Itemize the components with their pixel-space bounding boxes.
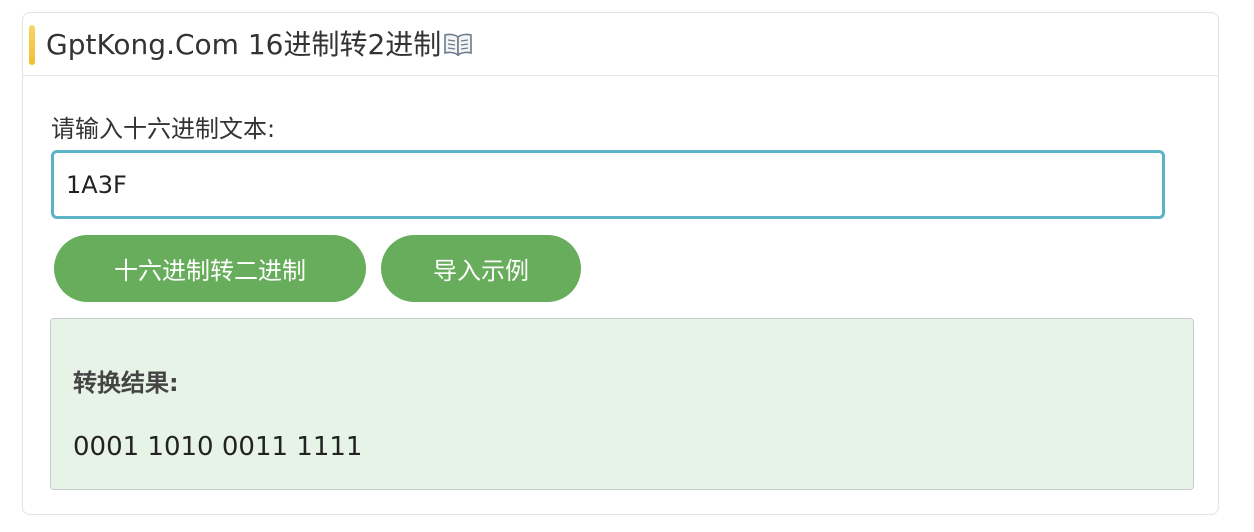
result-value: 0001 1010 0011 1111 <box>73 432 363 462</box>
page-title: GptKong.Com 16进制转2进制 <box>46 27 473 63</box>
result-panel: 转换结果: 0001 1010 0011 1111 <box>50 318 1194 490</box>
converter-card: GptKong.Com 16进制转2进制 请输入十六进制文本: 十六进制转二进制… <box>22 12 1219 515</box>
hex-input-label: 请输入十六进制文本: <box>51 115 276 143</box>
open-book-icon <box>443 32 473 56</box>
page-title-text: GptKong.Com 16进制转2进制 <box>46 28 442 61</box>
convert-button[interactable]: 十六进制转二进制 <box>54 235 366 302</box>
hex-input[interactable] <box>51 150 1165 219</box>
import-example-button[interactable]: 导入示例 <box>381 235 581 302</box>
header-accent-bar <box>29 25 35 65</box>
result-heading: 转换结果: <box>73 369 179 397</box>
card-header: GptKong.Com 16进制转2进制 <box>23 13 1218 76</box>
